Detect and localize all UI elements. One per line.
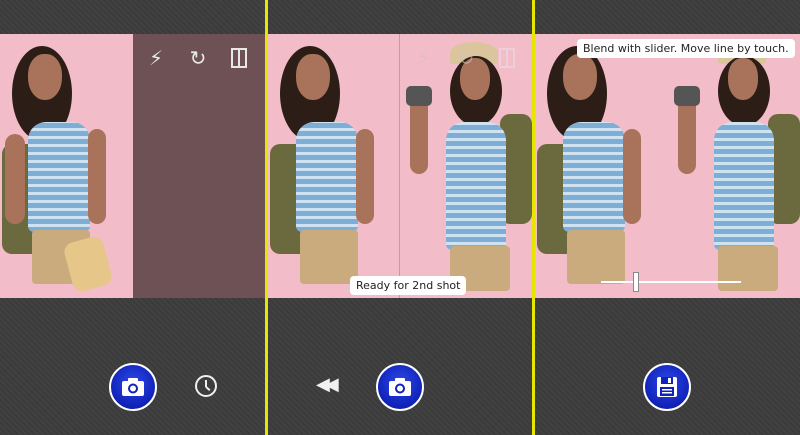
capture-button[interactable] — [109, 363, 157, 411]
split-mode-icon[interactable] — [231, 48, 247, 68]
switch-camera-icon[interactable]: ↻ — [184, 45, 212, 71]
status-toast: Ready for 2nd shot — [350, 276, 467, 295]
rewind-icon[interactable]: ◀◀ — [316, 374, 339, 395]
camera-preview[interactable] — [0, 34, 265, 298]
camera-preview[interactable] — [268, 34, 532, 298]
flash-auto-icon[interactable]: ⚡ — [142, 45, 170, 71]
capture-button[interactable] — [376, 363, 424, 411]
save-button[interactable] — [643, 363, 691, 411]
switch-camera-icon: ↻ — [457, 46, 475, 70]
subject-photo — [668, 34, 800, 298]
hint-toast: Blend with slider. Move line by touch. — [577, 39, 795, 58]
save-icon — [657, 377, 677, 397]
second-shot-panel: ⚡ ↻ Ready for 2nd shot ◀◀ — [268, 0, 532, 435]
camera-icon — [122, 378, 144, 396]
subject-photo — [400, 34, 532, 298]
blended-preview[interactable] — [535, 34, 800, 298]
subject-photo — [0, 34, 133, 298]
split-line — [399, 34, 400, 298]
second-shot-area — [133, 34, 265, 298]
blend-panel: Blend with slider. Move line by touch. — [535, 0, 800, 435]
split-mode-icon — [499, 48, 515, 68]
camera-icon — [389, 378, 411, 396]
blend-slider-track[interactable] — [601, 281, 741, 283]
blend-slider-thumb[interactable] — [633, 272, 639, 292]
subject-photo — [535, 34, 668, 298]
clock-icon[interactable] — [195, 375, 217, 397]
subject-photo — [268, 34, 401, 298]
first-shot-panel: ⚡ ↻ — [0, 0, 265, 435]
flash-auto-icon: ⚡ — [416, 46, 432, 70]
